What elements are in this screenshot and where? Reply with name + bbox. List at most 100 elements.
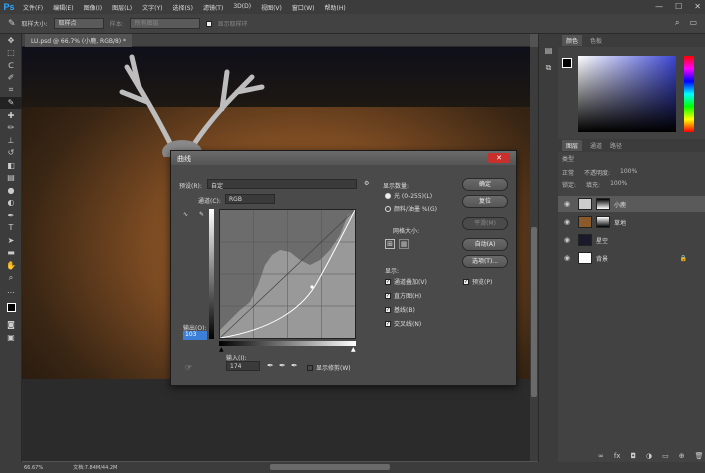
menu-item[interactable]: 文件(F) [18,3,48,12]
color-swatches-icon[interactable] [0,297,22,319]
ok-button[interactable]: 确定 [462,178,508,191]
tab-swatches[interactable]: 色板 [590,36,602,45]
lasso-tool-icon[interactable]: ᑕ [0,59,22,72]
tab-layers[interactable]: 图层 [562,140,583,151]
menu-item[interactable]: 选择(S) [167,3,198,12]
type-tool-icon[interactable]: T [0,222,22,235]
layer-kind-select[interactable]: 类型 [562,154,574,163]
tab-paths[interactable]: 路径 [610,141,622,150]
preview-checkbox[interactable]: ✓ [463,278,469,285]
detailed-grid-icon[interactable]: ▦ [399,239,409,249]
dialog-close-button[interactable]: ✕ [488,153,510,163]
fx-icon[interactable]: fx [614,452,621,460]
new-layer-icon[interactable]: ⊕ [679,452,685,460]
layer-name[interactable]: 小鹿 [614,200,626,209]
group-icon[interactable]: ▭ [662,452,669,460]
foreground-color-swatch[interactable] [562,58,572,68]
pen-tool-icon[interactable]: ✒ [0,209,22,222]
path-select-icon[interactable]: ➤ [0,234,22,247]
auto-button[interactable]: 自动(A) [462,238,508,251]
eye-icon[interactable]: ◉ [564,200,574,208]
menu-item[interactable]: 视图(V) [256,3,287,12]
show-checkbox[interactable]: ✓ [385,320,391,327]
menu-item[interactable]: 编辑(E) [48,3,78,12]
white-point-slider[interactable]: ▲ [351,346,356,353]
color-picker-field[interactable] [578,56,676,132]
vertical-scrollbar[interactable] [530,47,538,461]
eyedropper-tool-icon[interactable]: ✎ [0,96,22,109]
menu-item[interactable]: 图层(L) [107,3,137,12]
reset-button[interactable]: 复位 [462,195,508,208]
scroll-thumb[interactable] [531,227,537,397]
close-icon[interactable]: ✕ [694,2,701,11]
add-mask-icon[interactable]: ◘ [630,452,636,460]
maximize-icon[interactable]: ☐ [675,2,682,11]
options-button[interactable]: 选项(T)... [462,255,508,268]
eye-icon[interactable]: ◉ [564,218,574,226]
eye-icon[interactable]: ◉ [564,254,574,262]
healing-tool-icon[interactable]: ✚ [0,109,22,122]
layer-name[interactable]: 草地 [614,218,626,227]
fill-value[interactable]: 100% [610,180,627,189]
layer-row[interactable]: ◉ 背景 🔒 [558,250,705,266]
black-eyedropper-icon[interactable]: ✒ [267,361,274,370]
curves-graph[interactable] [219,209,356,339]
move-tool-icon[interactable]: ✥ [0,34,22,47]
show-ring-checkbox[interactable] [205,20,212,27]
input-field[interactable]: 174 [226,361,260,371]
minimize-icon[interactable]: — [655,2,663,11]
on-image-adjust-icon[interactable]: ☞ [185,363,192,372]
horizontal-scroll-thumb[interactable] [270,464,390,470]
preset-options-icon[interactable]: ⚙ [364,180,369,187]
tab-color[interactable]: 颜色 [562,35,583,46]
layer-row[interactable]: ◉ 小鹿 [558,196,705,212]
sample-size-select[interactable]: 取样点 [53,18,104,29]
black-point-slider[interactable]: ▲ [219,346,224,353]
brush-tool-icon[interactable]: ✏ [0,122,22,135]
smooth-button[interactable]: 平滑(M) [462,217,508,230]
sample-select[interactable]: 所有图层 [129,18,200,29]
tab-channels[interactable]: 通道 [590,141,602,150]
menu-item[interactable]: 图像(I) [79,3,107,12]
more-tools-icon[interactable]: … [0,284,22,297]
show-option[interactable]: ✓ 交叉线(N) [385,319,421,328]
menu-item[interactable]: 窗口(W) [287,3,320,12]
history-brush-icon[interactable]: ↺ [0,147,22,160]
preset-select[interactable]: 自定 [207,179,357,190]
curve-point-tool-icon[interactable]: ∿ [183,211,188,218]
layer-name[interactable]: 背景 [596,254,608,263]
menu-item[interactable]: 帮助(H) [320,3,351,12]
layer-row[interactable]: ◉ 星空 [558,232,705,248]
show-checkbox[interactable]: ✓ [385,278,391,285]
hand-tool-icon[interactable]: ✋ [0,259,22,272]
eraser-tool-icon[interactable]: ◧ [0,159,22,172]
blur-tool-icon[interactable]: ● [0,184,22,197]
zoom-tool-icon[interactable]: ⌕ [0,272,22,285]
light-option[interactable]: 光 (0-255)(L) [385,191,432,200]
gradient-tool-icon[interactable]: ▤ [0,172,22,185]
search-icon[interactable]: ⌕ [675,18,679,28]
show-option[interactable]: ✓ 基线(B) [385,305,415,314]
preview-option[interactable]: ✓ 预览(P) [463,277,492,286]
eye-icon[interactable]: ◉ [564,236,574,244]
pigment-radio[interactable] [385,205,391,212]
menu-item[interactable]: 3D(D) [228,3,256,12]
show-checkbox[interactable]: ✓ [385,292,391,299]
menu-item[interactable]: 文字(Y) [137,3,167,12]
stamp-tool-icon[interactable]: ⊥ [0,134,22,147]
crop-tool-icon[interactable]: ⌗ [0,84,22,97]
marquee-tool-icon[interactable]: ⬚ [0,47,22,60]
link-layers-icon[interactable]: ∞ [598,452,604,460]
curve-point[interactable] [310,285,314,289]
screen-mode-icon[interactable]: ▣ [0,331,22,344]
dodge-tool-icon[interactable]: ◐ [0,197,22,210]
gray-eyedropper-icon[interactable]: ✒ [279,361,286,370]
layer-row[interactable]: ◉ 草地 [558,214,705,230]
history-panel-icon[interactable]: ▤ [539,46,558,55]
blend-mode-select[interactable]: 正常 [562,168,574,177]
output-field[interactable]: 103 [183,331,207,340]
show-option[interactable]: ✓ 直方图(H) [385,291,421,300]
hue-slider[interactable] [684,56,694,132]
show-checkbox[interactable]: ✓ [385,306,391,313]
pencil-draw-icon[interactable]: ✎ [199,211,204,218]
